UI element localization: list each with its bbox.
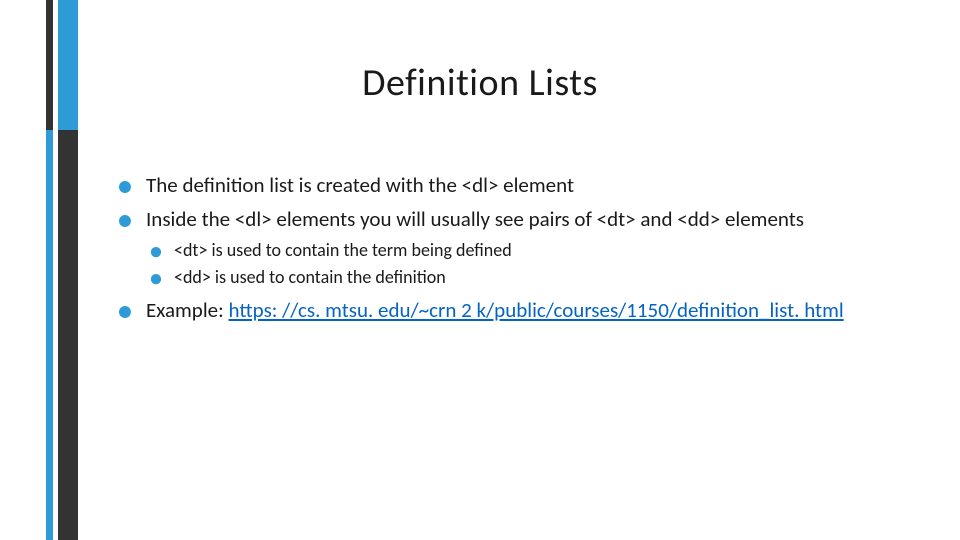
list-item-text: Inside the <dl> elements you will usuall… [146,206,804,232]
list-item: The definition list is created with the … [118,172,900,198]
list-item: <dd> is used to contain the definition [146,266,900,289]
list-item: <dt> is used to contain the term being d… [146,239,900,262]
accent-stripe-inner-main [58,130,78,540]
bullet-list: The definition list is created with the … [118,172,900,324]
sub-bullet-list: <dt> is used to contain the term being d… [146,239,900,290]
list-item: Example: https: //cs. mtsu. edu/~crn 2 k… [118,297,900,323]
example-link[interactable]: https: //cs. mtsu. edu/~crn 2 k/public/c… [228,297,843,323]
list-item: Inside the <dl> elements you will usuall… [118,206,900,289]
accent-stripe-outer-main [46,130,53,540]
list-item-text: The definition list is created with the … [146,172,574,198]
list-item-text: <dt> is used to contain the term being d… [174,239,512,261]
slide-title: Definition Lists [0,60,960,106]
list-item-text: <dd> is used to contain the definition [174,266,446,288]
slide: Definition Lists The definition list is … [0,0,960,540]
slide-content: The definition list is created with the … [118,172,900,332]
list-item-text: Example: [146,297,228,323]
